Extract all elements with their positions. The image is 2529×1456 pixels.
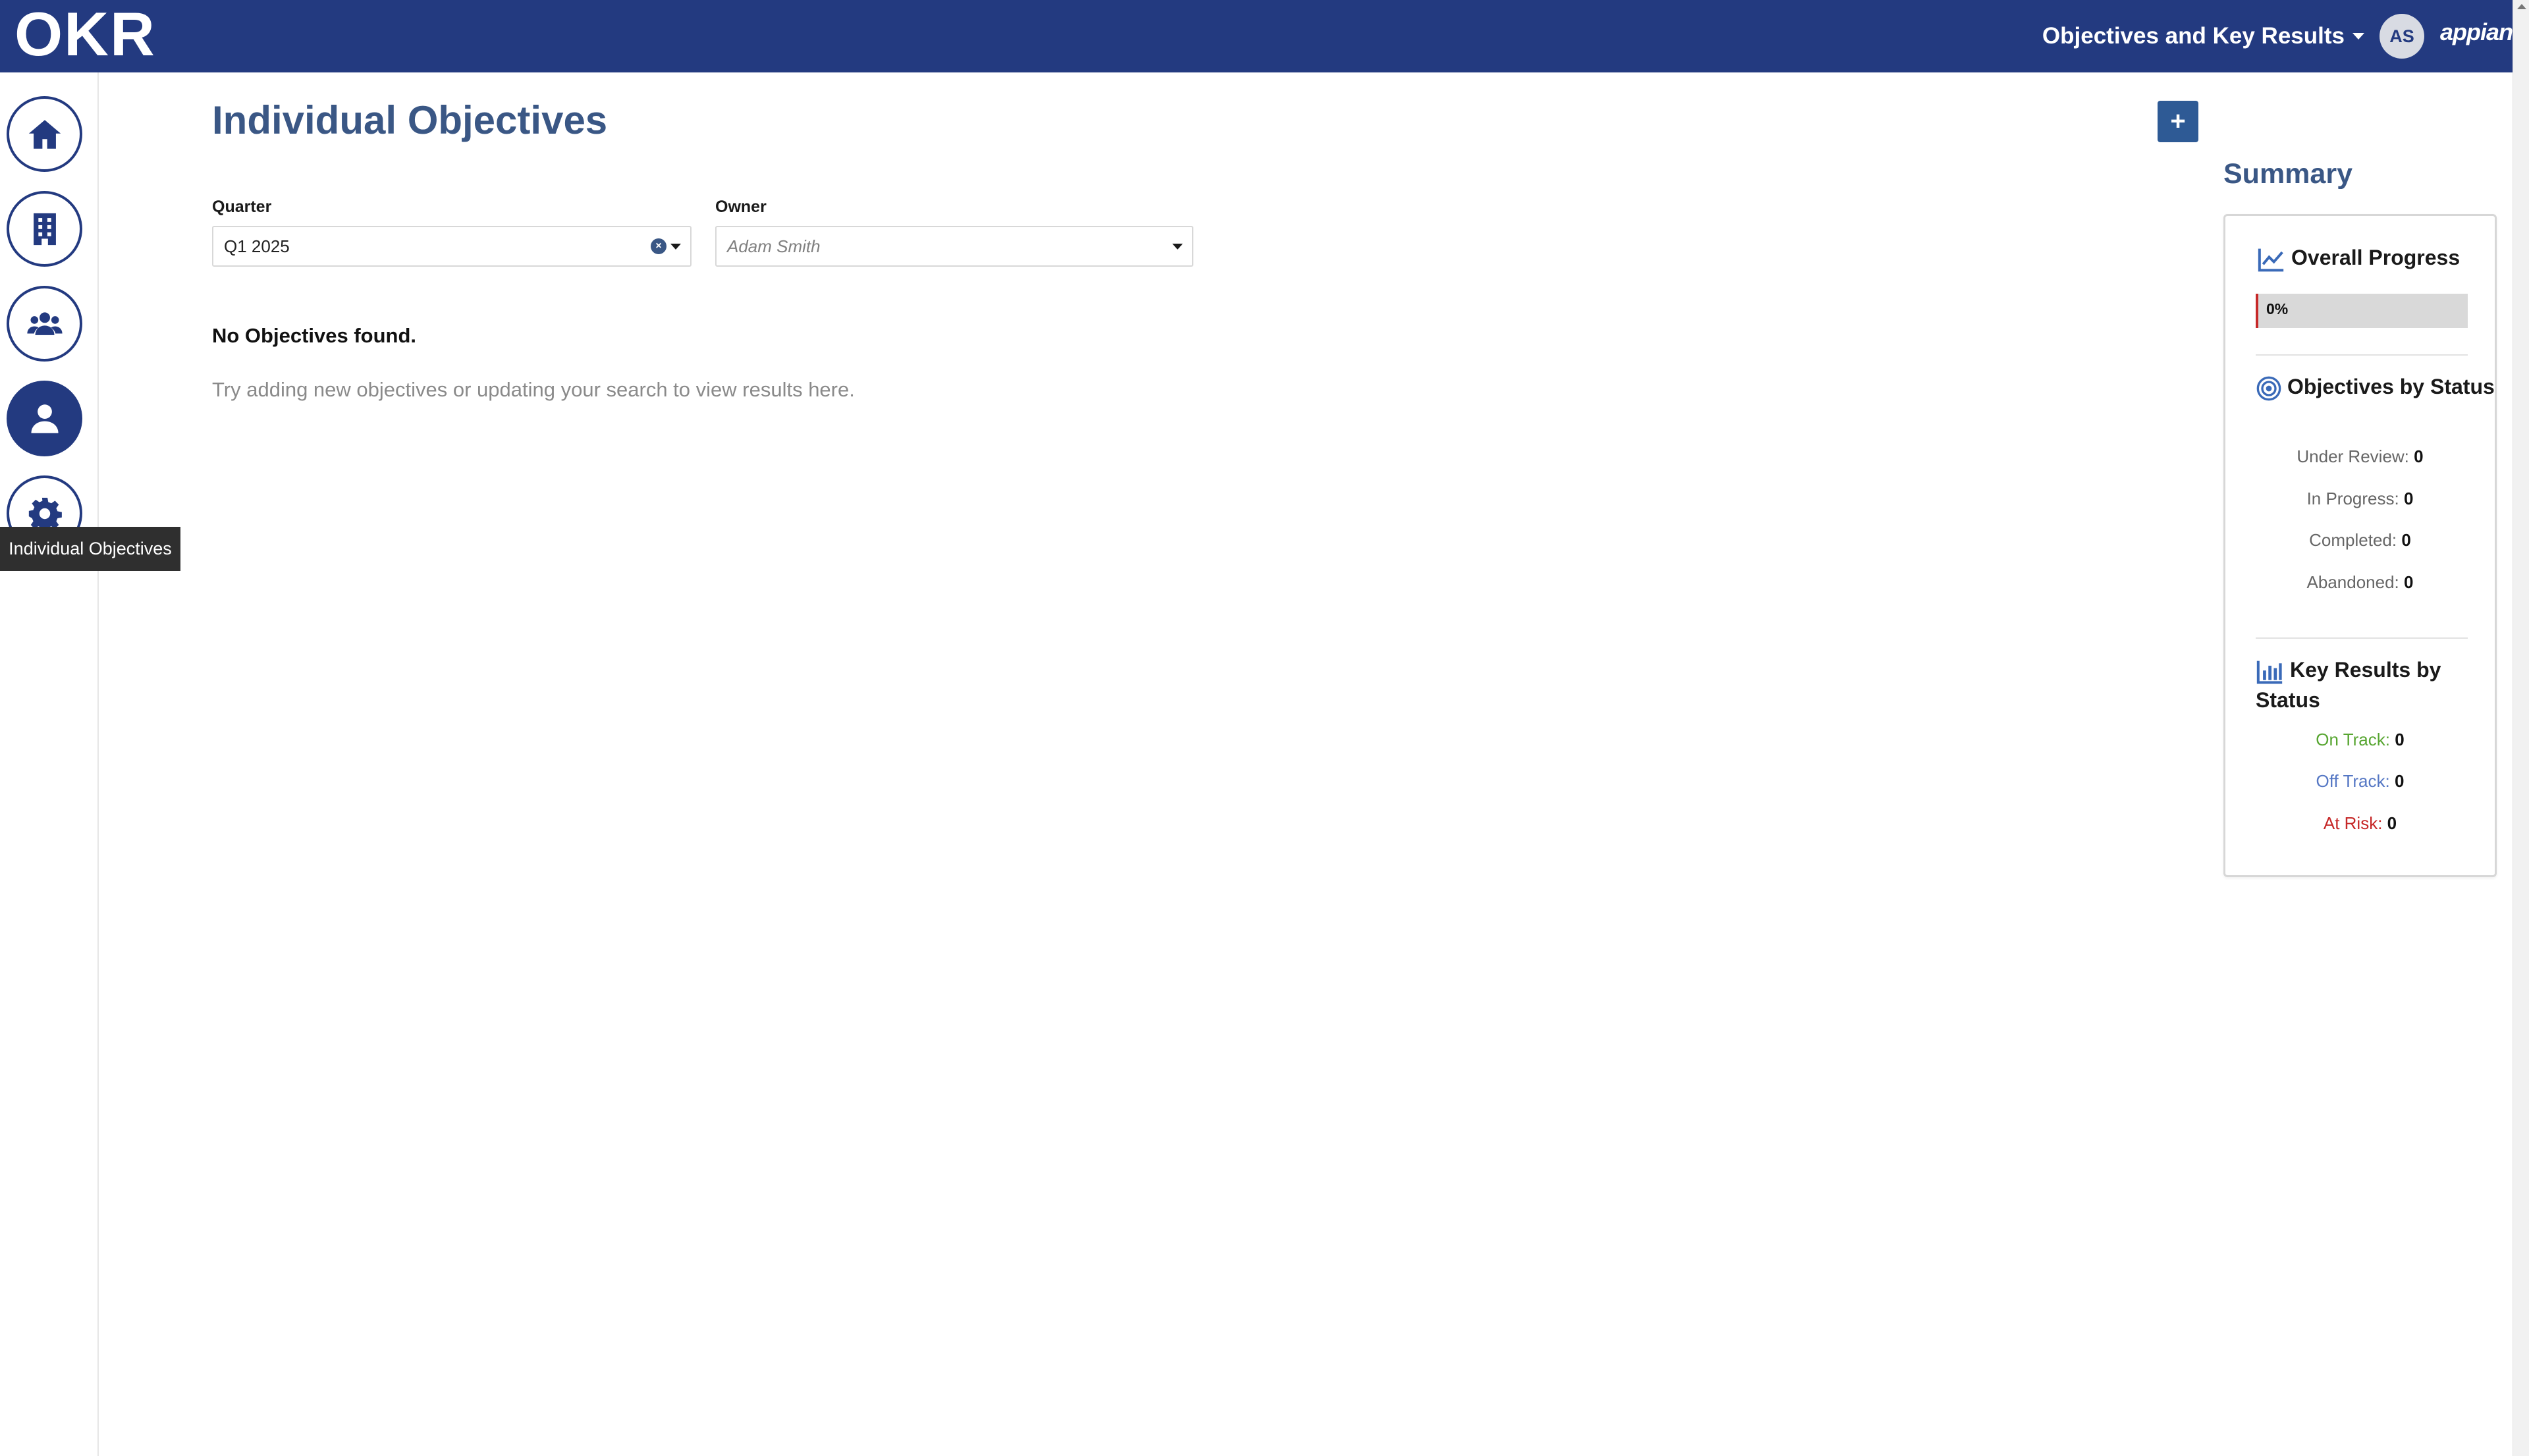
target-icon: [2256, 376, 2281, 400]
trend-chart-icon: [2258, 248, 2284, 271]
stat-completed: Completed: 0: [2225, 530, 2495, 551]
stat-label: At Risk:: [2323, 813, 2383, 833]
owner-placeholder: Adam Smith: [727, 236, 821, 256]
chevron-down-icon: [670, 243, 681, 250]
nav-home-button[interactable]: [7, 96, 82, 172]
stat-value: 0: [2404, 572, 2414, 592]
stat-under-review: Under Review: 0: [2225, 446, 2495, 467]
users-icon: [26, 311, 63, 335]
nav-tooltip: Individual Objectives: [0, 527, 180, 571]
summary-heading: Summary: [2223, 158, 2352, 190]
objectives-by-status-heading: Objectives by Status: [2256, 371, 2495, 402]
nav-organization-button[interactable]: [7, 191, 82, 267]
empty-state-text: Try adding new objectives or updating yo…: [212, 378, 855, 401]
stat-label: In Progress:: [2306, 489, 2399, 508]
stat-label: Off Track:: [2316, 771, 2390, 791]
quarter-dropdown[interactable]: Q1 2025 ×: [212, 226, 692, 267]
chevron-down-icon: [1172, 243, 1183, 250]
brand-logo: appian: [2440, 18, 2513, 45]
scroll-up-icon[interactable]: [2517, 4, 2526, 9]
quarter-value: Q1 2025: [224, 236, 290, 256]
stat-label: Completed:: [2309, 530, 2397, 550]
add-objective-button[interactable]: +: [2158, 101, 2198, 142]
stat-value: 0: [2403, 489, 2414, 508]
nav-teams-button[interactable]: [7, 286, 82, 362]
stat-label: Abandoned:: [2306, 572, 2399, 592]
stat-value: 0: [2387, 813, 2397, 833]
stat-value: 0: [2401, 530, 2411, 550]
stat-value: 0: [2414, 446, 2424, 466]
summary-card: Overall Progress 0% Objectives by Status…: [2223, 214, 2497, 877]
stat-at-risk: At Risk: 0: [2225, 813, 2495, 834]
objectives-by-status-label: Objectives by Status: [2287, 375, 2495, 398]
owner-dropdown[interactable]: Adam Smith: [715, 226, 1193, 267]
home-icon: [28, 119, 61, 149]
key-results-by-status-heading: Key Results by Status: [2256, 655, 2495, 715]
divider: [2256, 637, 2468, 639]
nav-rail: Individual Objectives: [0, 72, 180, 1456]
stat-label: On Track:: [2316, 730, 2390, 749]
stat-on-track: On Track: 0: [2225, 730, 2495, 750]
empty-state-title: No Objectives found.: [212, 324, 417, 347]
stat-value: 0: [2395, 730, 2405, 749]
top-header: OKR Objectives and Key Results AS appian: [0, 0, 2513, 72]
caret-down-icon: [2352, 33, 2364, 40]
progress-value: 0%: [2266, 300, 2289, 317]
user-icon: [30, 404, 59, 433]
quarter-label: Quarter: [212, 198, 272, 216]
page-title: Individual Objectives: [212, 98, 608, 142]
stat-abandoned: Abandoned: 0: [2225, 572, 2495, 593]
stat-label: Under Review:: [2297, 446, 2409, 466]
clear-icon[interactable]: ×: [651, 238, 666, 254]
owner-label: Owner: [715, 198, 767, 216]
building-icon: [33, 213, 56, 245]
app-menu-label: Objectives and Key Results: [2042, 23, 2345, 49]
stat-value: 0: [2394, 771, 2405, 791]
bar-chart-icon: [2256, 661, 2283, 684]
app-menu-button[interactable]: Objectives and Key Results: [2042, 20, 2364, 53]
user-avatar[interactable]: AS: [2379, 14, 2424, 59]
overall-progress-bar: 0%: [2256, 294, 2468, 328]
divider: [2256, 354, 2468, 356]
app-logo[interactable]: OKR: [14, 3, 156, 66]
nav-individual-button[interactable]: [7, 381, 82, 456]
overall-progress-heading: Overall Progress: [2257, 242, 2460, 273]
overall-progress-label: Overall Progress: [2291, 246, 2461, 269]
stat-off-track: Off Track: 0: [2225, 771, 2495, 792]
stat-in-progress: In Progress: 0: [2225, 489, 2495, 509]
scrollbar[interactable]: [2513, 0, 2529, 1456]
